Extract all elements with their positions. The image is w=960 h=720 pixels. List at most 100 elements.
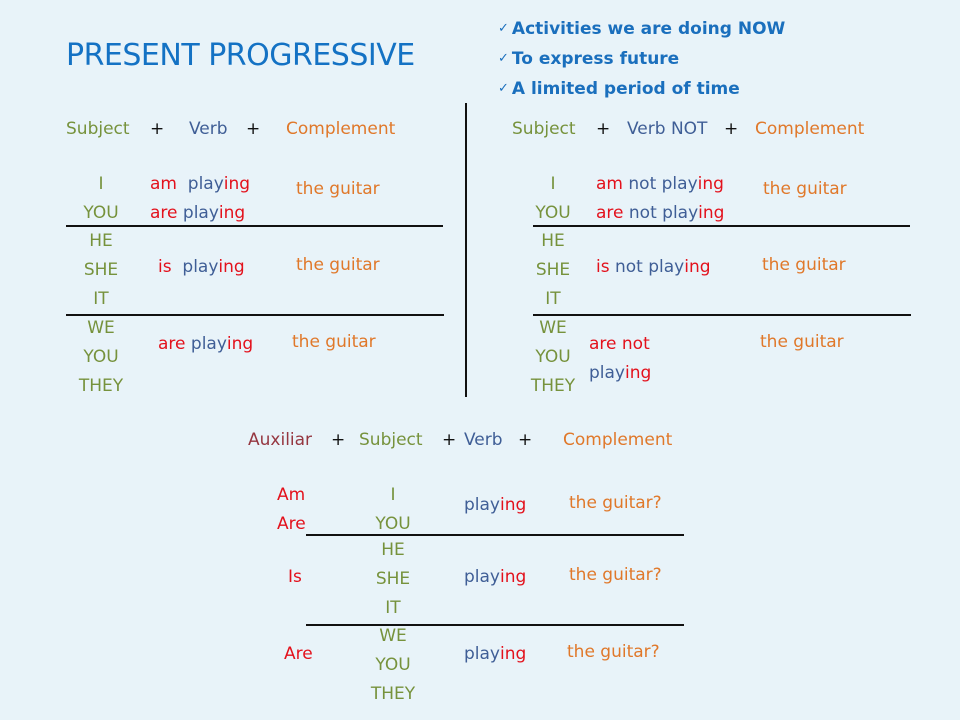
interrogative-verb: playing bbox=[464, 563, 526, 592]
auxiliary: am bbox=[150, 174, 177, 194]
interrogative-complement: the guitar? bbox=[569, 493, 662, 513]
affirmative-verb: is playing bbox=[158, 253, 245, 282]
subject: YOU bbox=[535, 347, 571, 367]
verb-ending: ing bbox=[218, 203, 246, 223]
negative-header-complement: Complement bbox=[755, 119, 865, 139]
interrogative-verb: playing bbox=[464, 491, 526, 520]
verb-ending: ing bbox=[684, 257, 711, 277]
uses-item: ✓ To express future bbox=[498, 44, 785, 74]
negative-verb: am not playing are not playing bbox=[596, 170, 724, 228]
auxiliary: are bbox=[158, 334, 186, 354]
verb-ending: ing bbox=[500, 567, 527, 587]
negation: not bbox=[628, 174, 657, 194]
check-icon: ✓ bbox=[498, 81, 509, 96]
affirmative-complement: the guitar bbox=[296, 255, 380, 275]
subject: I bbox=[98, 174, 104, 194]
interrogative-complement: the guitar? bbox=[567, 642, 660, 662]
negative-verb: is not playing bbox=[596, 253, 711, 282]
auxiliary: are not bbox=[589, 334, 650, 354]
subject: IT bbox=[545, 289, 561, 309]
verb-base: play bbox=[464, 644, 500, 664]
row-divider bbox=[533, 225, 910, 227]
uses-item-text: To express future bbox=[511, 49, 680, 69]
negative-header-verb: Verb NOT bbox=[627, 119, 708, 139]
affirmative-header-complement: Complement bbox=[286, 119, 396, 139]
interrogative-header-verb: Verb bbox=[464, 430, 503, 450]
interrogative-subjects: I YOU bbox=[358, 481, 428, 539]
subject: SHE bbox=[535, 260, 571, 280]
subject: IT bbox=[385, 598, 401, 618]
verb-base: play bbox=[648, 257, 685, 277]
negative-header-plus: + bbox=[724, 119, 739, 139]
interrogative-header-complement: Complement bbox=[563, 430, 673, 450]
verb-base: play bbox=[464, 495, 500, 515]
auxiliary: Is bbox=[288, 567, 302, 587]
verb-base: play bbox=[182, 257, 219, 277]
uses-item: ✓ Activities we are doing NOW bbox=[498, 14, 785, 44]
subject: YOU bbox=[375, 655, 411, 675]
check-icon: ✓ bbox=[498, 21, 509, 36]
verb-ending: ing bbox=[697, 174, 724, 194]
verb-base: play bbox=[182, 203, 219, 223]
affirmative-complement: the guitar bbox=[296, 179, 380, 199]
interrogative-header-subject: Subject bbox=[359, 430, 423, 450]
subject: THEY bbox=[78, 376, 124, 396]
verb-base: play bbox=[464, 567, 500, 587]
auxiliary: is bbox=[596, 257, 610, 277]
negative-complement: the guitar bbox=[763, 179, 847, 199]
affirmative-header-verb: Verb bbox=[189, 119, 228, 139]
uses-item-text: Activities we are doing NOW bbox=[511, 19, 786, 39]
verb-ending: ing bbox=[223, 174, 251, 194]
verb-base: play bbox=[661, 174, 698, 194]
verb-base: play bbox=[589, 363, 625, 383]
subject: SHE bbox=[375, 569, 411, 589]
interrogative-verb: playing bbox=[464, 640, 526, 669]
negation: not bbox=[628, 203, 657, 223]
verb-ending: ing bbox=[625, 363, 652, 383]
interrogative-complement: the guitar? bbox=[569, 565, 662, 585]
negative-subjects: WE YOU THEY bbox=[518, 314, 588, 401]
verb-ending: ing bbox=[500, 644, 527, 664]
interrogative-auxiliaries: Are bbox=[284, 640, 313, 669]
affirmative-complement: the guitar bbox=[292, 332, 376, 352]
section-divider bbox=[465, 103, 467, 397]
verb-base: play bbox=[190, 334, 227, 354]
auxiliary: is bbox=[158, 257, 172, 277]
subject: WE bbox=[539, 318, 567, 338]
row-divider bbox=[533, 314, 911, 316]
verb-ending: ing bbox=[500, 495, 527, 515]
negative-header-subject: Subject bbox=[512, 119, 576, 139]
negation: not bbox=[615, 257, 643, 277]
negative-subjects: I YOU bbox=[518, 170, 588, 228]
subject: HE bbox=[89, 231, 113, 251]
interrogative-auxiliaries: Am Are bbox=[277, 481, 306, 539]
uses-list: ✓ Activities we are doing NOW ✓ To express… bbox=[498, 14, 785, 104]
negative-subjects: HE SHE IT bbox=[518, 227, 588, 314]
subject: WE bbox=[87, 318, 115, 338]
negative-verb: are not playing bbox=[589, 330, 651, 388]
interrogative-subjects: HE SHE IT bbox=[358, 536, 428, 623]
subject: HE bbox=[381, 540, 405, 560]
subject: I bbox=[390, 485, 396, 505]
verb-ending: ing bbox=[218, 257, 245, 277]
subject: I bbox=[550, 174, 556, 194]
auxiliary: are bbox=[150, 203, 178, 223]
affirmative-header-plus: + bbox=[150, 119, 165, 139]
auxiliary: am bbox=[596, 174, 623, 194]
affirmative-subjects: HE SHE IT bbox=[66, 227, 136, 314]
interrogative-subjects: WE YOU THEY bbox=[358, 622, 428, 709]
subject: YOU bbox=[535, 203, 571, 223]
affirmative-subjects: I YOU bbox=[66, 170, 136, 228]
page-title: PRESENT PROGRESSIVE bbox=[66, 38, 415, 73]
auxiliary: are bbox=[596, 203, 624, 223]
subject: HE bbox=[541, 231, 565, 251]
auxiliary: Are bbox=[277, 514, 306, 534]
uses-item: ✓ A limited period of time bbox=[498, 74, 785, 104]
auxiliary: Are bbox=[284, 644, 313, 664]
uses-item-text: A limited period of time bbox=[511, 79, 740, 99]
subject: IT bbox=[93, 289, 109, 309]
interrogative-auxiliaries: Is bbox=[288, 563, 302, 592]
affirmative-header-subject: Subject bbox=[66, 119, 130, 139]
auxiliary: Am bbox=[277, 485, 306, 505]
affirmative-subjects: WE YOU THEY bbox=[66, 314, 136, 401]
